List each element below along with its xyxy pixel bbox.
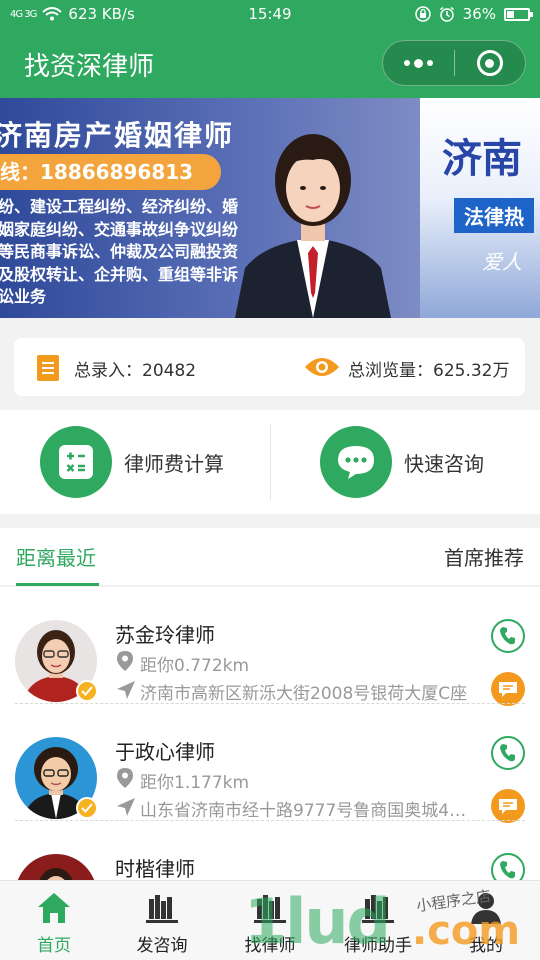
chat-bubbles-icon: [320, 426, 392, 498]
alarm-icon: [439, 6, 454, 22]
network-speed: 623 KB/s: [68, 5, 135, 23]
message-icon: [499, 799, 517, 814]
lawyer-address: 山东省济南市经十路9777号鲁商国奥城4号楼: [140, 801, 480, 821]
battery-icon: [504, 7, 533, 21]
call-button[interactable]: [491, 853, 525, 880]
document-icon: [37, 355, 59, 381]
clock: 15:49: [248, 5, 292, 23]
message-icon: [499, 682, 517, 697]
message-button[interactable]: [491, 789, 525, 823]
quick-actions: 律师费计算 快速咨询: [0, 410, 540, 514]
user-icon: [471, 893, 501, 924]
nav-home-label: 首页: [37, 936, 71, 956]
nav-mine[interactable]: 我的: [432, 881, 540, 960]
nav-find-lawyer[interactable]: 找律师: [216, 881, 324, 960]
eye-icon: [305, 358, 339, 376]
actions-divider: [270, 424, 271, 500]
page-title: 找资深律师: [24, 52, 155, 82]
total-views: 总浏览量：625.32万: [348, 361, 510, 381]
miniprogram-capsule: [382, 40, 526, 86]
banner-slide[interactable]: 济南房产婚姻律师 线：18866896813 纷、建设工程纠纷、经济纠纷、婚姻家…: [0, 98, 420, 318]
nav-home[interactable]: 首页: [0, 881, 108, 960]
verified-badge-icon: [76, 680, 98, 702]
nav-find-lawyer-label: 找律师: [244, 936, 296, 956]
tab-nearest[interactable]: 距离最近: [16, 542, 96, 571]
avatar: [15, 854, 97, 880]
sort-tabs: 距离最近 首席推荐: [0, 528, 540, 586]
home-icon: [38, 893, 70, 923]
navigation-arrow-icon: [117, 798, 135, 816]
nav-consult-label: 发咨询: [136, 936, 188, 956]
phone-icon: [500, 744, 515, 762]
bottom-tab-bar: 首页 发咨询 找律师 律师助手 我的: [0, 880, 540, 960]
nav-consult[interactable]: 发咨询: [108, 881, 216, 960]
verified-badge-icon: [76, 797, 98, 819]
banner-carousel[interactable]: 济南房产婚姻律师 线：18866896813 纷、建设工程纠纷、经济纠纷、婚姻家…: [0, 98, 540, 318]
list-item[interactable]: 于政心律师 距你1.177km 山东省济南市经十路9777号鲁商国奥城4号楼: [0, 704, 540, 823]
battery-percent: 36%: [462, 5, 496, 23]
total-entries: 总录入：20482: [74, 361, 197, 381]
quick-consult-label: 快速咨询: [404, 451, 484, 476]
lawyer-address: 济南市高新区新泺大街2008号银荷大厦C座: [140, 684, 468, 704]
tab-recommended[interactable]: 首席推荐: [444, 542, 524, 571]
navigation-arrow-icon: [117, 681, 135, 699]
lock-rotation-icon: [414, 6, 431, 22]
banner2-subtitle: 爱人: [482, 250, 522, 274]
location-pin-icon: [117, 768, 133, 788]
quick-consult-button[interactable]: 快速咨询: [320, 426, 484, 498]
wifi-icon: [42, 7, 63, 21]
lawyer-portrait-image: [235, 134, 391, 318]
list-item[interactable]: 苏金玲律师 距你0.772km 济南市高新区新泺大街2008号银荷大厦C座: [0, 587, 540, 706]
app-header: 找资深律师: [0, 28, 540, 98]
more-dots-icon: [403, 58, 433, 68]
lawyer-name: 时楷律师: [115, 857, 195, 880]
close-miniprogram-button[interactable]: [455, 41, 526, 85]
stats-card: 总录入：20482 总浏览量：625.32万: [14, 338, 525, 396]
active-tab-indicator: [16, 583, 99, 586]
books-icon: [254, 895, 286, 923]
lawyer-distance: 距你1.177km: [140, 773, 250, 793]
banner2-tag: 法律热: [454, 198, 534, 233]
nav-assistant[interactable]: 律师助手: [324, 881, 432, 960]
books-icon: [146, 895, 178, 923]
lawyer-distance: 距你0.772km: [140, 656, 250, 676]
signal-indicator: 4G 3G: [10, 8, 37, 20]
books-icon: [362, 895, 394, 923]
calculator-icon: [40, 426, 112, 498]
call-button[interactable]: [491, 619, 525, 653]
status-bar: 4G 3G 623 KB/s 15:49 36%: [0, 0, 540, 28]
lawyer-list: 苏金玲律师 距你0.772km 济南市高新区新泺大街2008号银荷大厦C座 于政…: [0, 587, 540, 880]
fee-calculator-label: 律师费计算: [124, 451, 224, 476]
target-close-icon: [476, 50, 503, 76]
phone-icon: [500, 861, 515, 879]
lawyer-name: 于政心律师: [115, 740, 215, 764]
banner-description: 纷、建设工程纠纷、经济纠纷、婚姻家庭纠纷、交通事故纠争议纠纷等民商事诉讼、仲裁及…: [0, 197, 239, 306]
fee-calculator-button[interactable]: 律师费计算: [40, 426, 224, 498]
message-button[interactable]: [491, 672, 525, 706]
list-item[interactable]: 时楷律师: [0, 821, 540, 880]
banner2-title: 济南: [442, 136, 522, 182]
lawyer-name: 苏金玲律师: [115, 623, 215, 647]
more-menu-button[interactable]: [383, 41, 454, 85]
banner-hotline: 线：18866896813: [0, 154, 221, 190]
call-button[interactable]: [491, 736, 525, 770]
nav-mine-label: 我的: [469, 936, 503, 956]
banner-slide-next[interactable]: 济南 法律热 爱人: [420, 98, 540, 318]
location-pin-icon: [117, 651, 133, 671]
banner-title: 济南房产婚姻律师: [0, 119, 235, 152]
phone-icon: [500, 627, 515, 645]
nav-assistant-label: 律师助手: [344, 936, 412, 956]
